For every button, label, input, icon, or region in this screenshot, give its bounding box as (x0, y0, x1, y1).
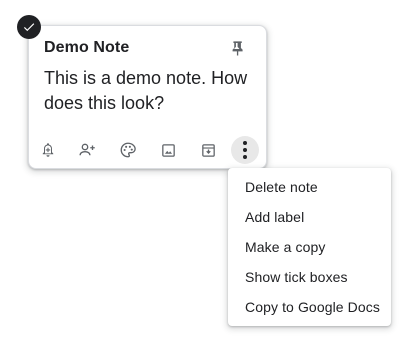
menu-item-copy-to-google-docs[interactable]: Copy to Google Docs (228, 295, 391, 325)
remind-me-button[interactable] (34, 136, 62, 164)
background-options-button[interactable] (114, 136, 142, 164)
more-options-menu: Delete note Add label Make a copy Show t… (228, 168, 391, 326)
collaborator-button[interactable] (74, 136, 102, 164)
archive-button[interactable] (194, 136, 222, 164)
menu-item-delete-note[interactable]: Delete note (228, 175, 391, 205)
note-body[interactable]: This is a demo note. How does this look? (44, 66, 259, 116)
more-options-icon (242, 140, 248, 160)
checkmark-icon (22, 20, 36, 34)
note-card[interactable]: Demo Note This is a demo note. How does … (28, 25, 267, 169)
pin-icon (228, 38, 248, 58)
note-toolbar (29, 136, 268, 164)
menu-item-add-label[interactable]: Add label (228, 205, 391, 235)
more-options-button[interactable] (231, 136, 259, 164)
background-options-icon (119, 141, 137, 159)
archive-icon (200, 142, 217, 159)
select-note-checkbox[interactable] (17, 15, 41, 39)
note-title[interactable]: Demo Note (44, 39, 129, 57)
menu-item-show-tick-boxes[interactable]: Show tick boxes (228, 265, 391, 295)
menu-item-make-a-copy[interactable]: Make a copy (228, 235, 391, 265)
add-image-icon (160, 142, 177, 159)
pin-note-button[interactable] (226, 36, 250, 60)
remind-me-icon (39, 141, 57, 159)
collaborator-icon (78, 141, 98, 159)
add-image-button[interactable] (154, 136, 182, 164)
